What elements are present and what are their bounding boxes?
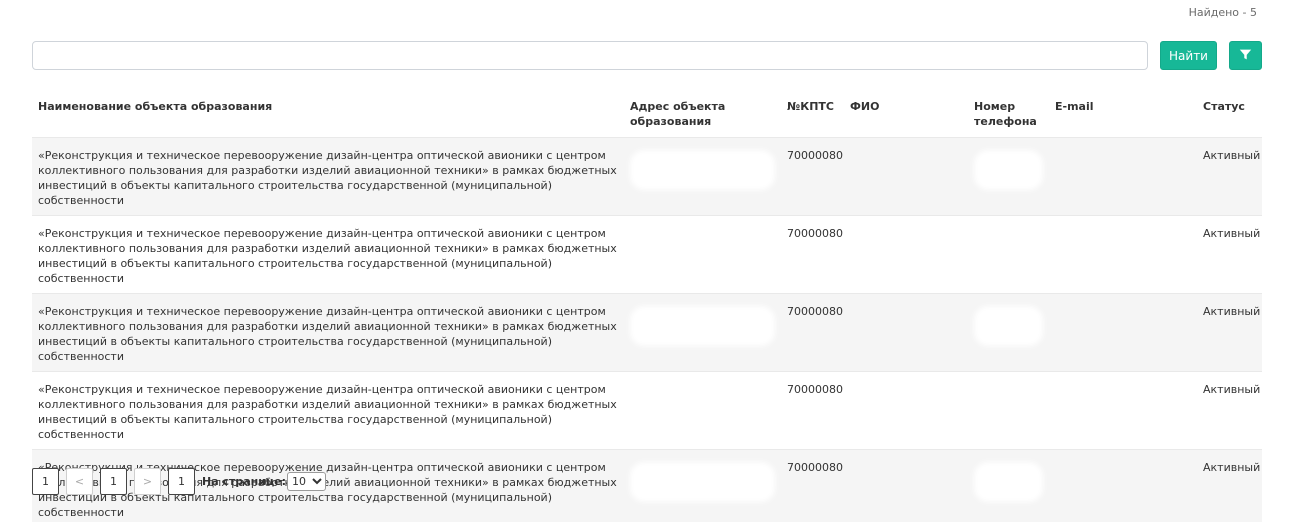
column-header-phone[interactable]: Номер телефона xyxy=(968,90,1049,138)
cell-email xyxy=(1049,371,1197,450)
table-row[interactable]: «Реконструкция и техническое перевооруже… xyxy=(32,137,1262,216)
cell-email xyxy=(1049,293,1197,372)
cell-address xyxy=(624,215,781,294)
cell-name: «Реконструкция и техническое перевооруже… xyxy=(32,137,624,216)
filter-button[interactable] xyxy=(1229,41,1262,70)
cell-fio xyxy=(844,215,968,294)
cell-phone xyxy=(968,293,1049,372)
find-button[interactable]: Найти xyxy=(1160,41,1217,70)
table-row[interactable]: «Реконструкция и техническое перевооруже… xyxy=(32,215,1262,294)
column-header-fio[interactable]: ФИО xyxy=(844,90,968,138)
cell-fio xyxy=(844,137,968,216)
cell-phone xyxy=(968,137,1049,216)
cell-email xyxy=(1049,137,1197,216)
cell-name: «Реконструкция и техническое перевооруже… xyxy=(32,215,624,294)
search-input[interactable] xyxy=(32,41,1148,70)
cell-status: Активный xyxy=(1197,293,1262,372)
column-header-address[interactable]: Адрес объекта образования xyxy=(624,90,781,138)
cell-address xyxy=(624,449,781,522)
column-header-status[interactable]: Статус xyxy=(1197,90,1262,138)
redacted-block xyxy=(974,150,1043,190)
cell-fio xyxy=(844,449,968,522)
redacted-block xyxy=(630,306,775,346)
column-header-email[interactable]: E-mail xyxy=(1049,90,1197,138)
cell-phone xyxy=(968,215,1049,294)
page-next-button[interactable]: > xyxy=(134,467,161,495)
cell-address xyxy=(624,293,781,372)
search-bar: Найти xyxy=(32,41,1262,71)
redacted-block xyxy=(974,462,1043,502)
page: Найдено - 5 Найти Наименование объекта о… xyxy=(0,0,1300,522)
table-header-row: Наименование объекта образования Адрес о… xyxy=(32,90,1262,138)
column-header-name[interactable]: Наименование объекта образования xyxy=(32,90,624,138)
redacted-block xyxy=(630,462,775,502)
column-header-kpts[interactable]: №КПТС xyxy=(781,90,844,138)
results-table: Наименование объекта образования Адрес о… xyxy=(32,90,1262,522)
page-current-button[interactable]: 1 xyxy=(100,467,127,495)
page-last-button[interactable]: 1 xyxy=(168,467,195,495)
cell-fio xyxy=(844,371,968,450)
cell-status: Активный xyxy=(1197,449,1262,522)
cell-address xyxy=(624,371,781,450)
cell-address xyxy=(624,137,781,216)
per-page-select[interactable]: 10 xyxy=(286,471,326,491)
table-row[interactable]: «Реконструкция и техническое перевооруже… xyxy=(32,293,1262,372)
cell-kpts: 70000080 xyxy=(781,137,844,216)
cell-email xyxy=(1049,215,1197,294)
cell-status: Активный xyxy=(1197,137,1262,216)
redacted-block xyxy=(974,306,1043,346)
cell-phone xyxy=(968,371,1049,450)
cell-fio xyxy=(844,293,968,372)
cell-status: Активный xyxy=(1197,215,1262,294)
page-prev-button[interactable]: < xyxy=(66,467,93,495)
cell-name: «Реконструкция и техническое перевооруже… xyxy=(32,293,624,372)
cell-phone xyxy=(968,449,1049,522)
cell-name: «Реконструкция и техническое перевооруже… xyxy=(32,371,624,450)
page-first-button[interactable]: 1 xyxy=(32,467,59,495)
cell-status: Активный xyxy=(1197,371,1262,450)
cell-kpts: 70000080 xyxy=(781,449,844,522)
cell-kpts: 70000080 xyxy=(781,293,844,372)
redacted-block xyxy=(630,150,775,190)
per-page-label: На странице: xyxy=(202,474,286,488)
table-row[interactable]: «Реконструкция и техническое перевооруже… xyxy=(32,371,1262,450)
cell-kpts: 70000080 xyxy=(781,215,844,294)
pagination: 1 < 1 > 1 На странице: 10 xyxy=(32,467,326,495)
cell-email xyxy=(1049,449,1197,522)
cell-kpts: 70000080 xyxy=(781,371,844,450)
filter-icon xyxy=(1239,46,1252,65)
results-count: Найдено - 5 xyxy=(1188,6,1257,19)
